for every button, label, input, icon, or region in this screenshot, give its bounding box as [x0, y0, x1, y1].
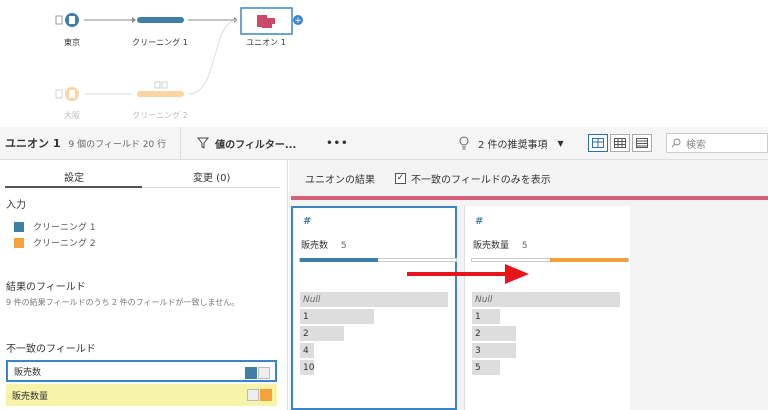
toolbar-divider — [180, 126, 182, 160]
input-item-label: クリーニング 2 — [33, 239, 96, 249]
field-source-indicator — [245, 367, 270, 379]
input-item-cleaning-1[interactable]: クリーニング 1 — [14, 220, 96, 233]
node-label-tokyo: 東京 — [64, 38, 80, 47]
mismatched-field-label: 販売数量 — [12, 391, 49, 402]
value-bin[interactable]: Null — [300, 292, 448, 307]
data-grid-view-button[interactable] — [632, 134, 652, 152]
value-bin[interactable]: 1 — [300, 309, 374, 324]
source-chip-orange — [260, 389, 272, 401]
input-item-cleaning-2[interactable]: クリーニング 2 — [14, 236, 96, 249]
tab-settings[interactable]: 設定 — [64, 169, 84, 184]
settings-tabs: 設定 変更 (0) — [0, 160, 288, 188]
tab-changes[interactable]: 変更 (0) — [193, 169, 230, 184]
step-title: ユニオン 1 — [5, 137, 61, 150]
list-view-button[interactable] — [610, 134, 630, 152]
red-arrow-annotation — [407, 264, 529, 284]
result-fields-heading: 結果のフィールド — [6, 282, 86, 293]
field-distinct-count: 5 — [340, 241, 347, 251]
svg-text:+: + — [294, 16, 302, 26]
recommendations-label: 2 件の推奨事項 — [478, 139, 548, 151]
number-type-icon: # — [303, 216, 312, 227]
source-chip-empty — [247, 389, 259, 401]
search-icon — [671, 138, 681, 148]
flow-canvas[interactable]: + 東京 クリーニング 1 ユニオン 1 大阪 クリーニング 2 — [0, 0, 768, 127]
node-label-cleaning-1: クリーニング 1 — [132, 38, 188, 47]
source-chip-blue — [245, 367, 257, 379]
node-label-osaka: 大阪 — [64, 111, 80, 120]
grid-view-icon — [636, 138, 648, 148]
node-cleaning-1[interactable] — [137, 17, 184, 23]
filter-values-label: 値のフィルター... — [215, 139, 297, 151]
results-header: ユニオンの結果 ✓ 不一致のフィールドのみを表示 — [289, 160, 768, 196]
field-source-indicator — [247, 389, 272, 401]
connector-cleaning2-union — [187, 19, 239, 95]
field-profile-card[interactable]: # 販売数量 5 Null 1 2 3 5 — [464, 206, 630, 410]
field-distinct-count: 5 — [521, 241, 528, 251]
field-profile-card[interactable]: # 販売数 5 Null 1 2 4 10 — [291, 206, 457, 410]
recommendations-button[interactable]: 2 件の推奨事項 ▼ — [458, 136, 564, 151]
source-bar-blue — [300, 258, 378, 262]
node-cleaning-2[interactable] — [137, 81, 184, 97]
field-name: 販売数 5 — [301, 238, 347, 251]
node-tokyo[interactable] — [55, 13, 79, 27]
table-view-icon — [614, 138, 626, 148]
show-mismatched-label: 不一致のフィールドのみを表示 — [411, 174, 551, 186]
value-bin[interactable]: 5 — [472, 360, 500, 375]
filter-icon — [197, 137, 210, 149]
search-placeholder: 検索 — [686, 139, 706, 151]
node-osaka[interactable] — [55, 87, 79, 101]
active-tab-indicator — [5, 186, 142, 188]
mismatched-field-row[interactable]: 販売数 — [6, 360, 277, 382]
inputs-heading: 入力 — [6, 200, 26, 211]
more-options-button[interactable]: ••• — [326, 138, 348, 149]
node-union-1[interactable] — [240, 7, 293, 35]
field-name-label: 販売数 — [301, 241, 329, 251]
profile-view-icon — [592, 138, 604, 148]
results-title: ユニオンの結果 — [305, 174, 375, 186]
profile-view-button[interactable] — [588, 134, 608, 152]
value-bin[interactable]: Null — [472, 292, 620, 307]
lightbulb-icon — [459, 136, 469, 150]
step-meta: 9 個のフィールド 20 行 — [68, 139, 167, 150]
view-toggle-group — [588, 134, 652, 152]
union-accent-bar — [291, 196, 768, 200]
node-label-cleaning-2: クリーニング 2 — [132, 111, 188, 120]
settings-panel: 設定 変更 (0) 入力 クリーニング 1 クリーニング 2 結果のフィールド … — [0, 160, 288, 410]
source-chip-empty — [258, 367, 270, 379]
input-item-label: クリーニング 1 — [33, 223, 96, 233]
search-field[interactable]: 検索 — [666, 133, 768, 153]
field-name: 販売数量 5 — [473, 238, 528, 251]
node-label-union-1: ユニオン 1 — [246, 38, 286, 47]
value-bin[interactable]: 1 — [472, 309, 500, 324]
field-name-label: 販売数量 — [473, 241, 510, 251]
mismatched-field-label: 販売数 — [14, 367, 42, 378]
value-bin[interactable]: 3 — [472, 343, 516, 358]
value-bin[interactable]: 2 — [300, 326, 344, 341]
result-fields-note: 9 件の結果フィールドのうち 2 件のフィールドが一致しません。 — [6, 298, 240, 307]
value-bin[interactable]: 4 — [300, 343, 314, 358]
number-type-icon: # — [475, 216, 484, 227]
step-toolbar: ユニオン 1 9 個のフィールド 20 行 値のフィルター... ••• 2 件… — [0, 126, 768, 160]
show-mismatched-checkbox[interactable]: ✓ — [395, 172, 406, 184]
filter-values-button[interactable]: 値のフィルター... — [197, 136, 296, 151]
mismatched-fields-heading: 不一致のフィールド — [6, 344, 96, 355]
flow-diagram: + — [55, 7, 303, 101]
input-color-swatch — [14, 221, 24, 232]
mismatched-field-row[interactable]: 販売数量 — [6, 384, 277, 406]
input-color-swatch — [14, 237, 24, 248]
source-bar-orange — [550, 258, 628, 262]
chevron-down-icon: ▼ — [557, 138, 564, 148]
value-bin[interactable]: 2 — [472, 326, 516, 341]
value-bin[interactable]: 10 — [300, 360, 314, 375]
